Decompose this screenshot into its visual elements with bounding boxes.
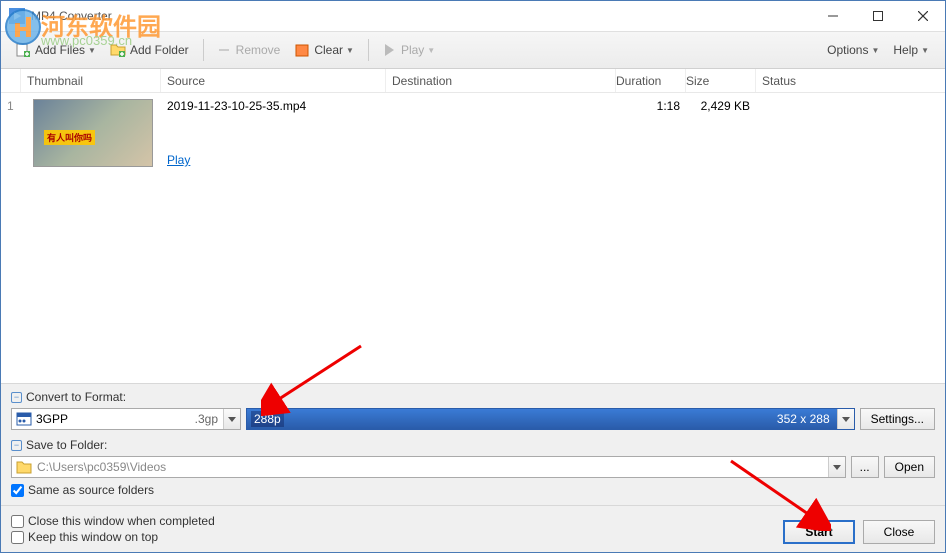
browse-button[interactable]: ...	[851, 456, 879, 478]
dropdown-arrow-icon: ▼	[921, 46, 929, 55]
collapse-icon[interactable]: −	[11, 440, 22, 451]
col-thumbnail[interactable]: Thumbnail	[21, 69, 161, 92]
maximize-icon	[873, 11, 883, 21]
remove-label: Remove	[236, 43, 281, 57]
help-button[interactable]: Help ▼	[887, 39, 935, 61]
save-folder-input[interactable]: C:\Users\pc0359\Videos	[11, 456, 846, 478]
toolbar: Add Files ▼ Add Folder Remove Clear ▼ Pl…	[1, 31, 945, 69]
collapse-icon[interactable]: −	[11, 392, 22, 403]
thumbnail-image: 有人叫你吗	[33, 99, 153, 167]
chevron-down-icon	[837, 409, 854, 429]
table-header: Thumbnail Source Destination Duration Si…	[1, 69, 945, 93]
toolbar-separator	[203, 39, 204, 61]
chevron-down-icon	[223, 409, 240, 429]
clear-icon	[294, 42, 310, 58]
close-icon	[918, 11, 928, 21]
minimize-button[interactable]	[810, 1, 855, 31]
options-label: Options	[827, 43, 868, 57]
source-filename: 2019-11-23-10-25-35.mp4	[167, 99, 386, 113]
close-button[interactable]: Close	[863, 520, 935, 544]
app-icon	[9, 8, 25, 24]
keep-on-top-checkbox[interactable]: Keep this window on top	[11, 530, 783, 544]
clear-label: Clear	[314, 43, 343, 57]
row-duration: 1:18	[616, 99, 686, 167]
dropdown-arrow-icon: ▼	[427, 46, 435, 55]
add-files-button[interactable]: Add Files ▼	[9, 38, 102, 62]
row-index: 1	[1, 99, 21, 167]
chevron-down-icon	[828, 457, 845, 477]
play-icon	[381, 42, 397, 58]
col-size[interactable]: Size	[686, 69, 756, 92]
close-window-button[interactable]	[900, 1, 945, 31]
dropdown-arrow-icon: ▼	[88, 46, 96, 55]
add-files-label: Add Files	[35, 43, 85, 57]
row-size: 2,429 KB	[686, 99, 756, 167]
format-extension: .3gp	[195, 412, 218, 426]
add-folder-button[interactable]: Add Folder	[104, 38, 195, 62]
col-status[interactable]: Status	[756, 74, 945, 88]
add-files-icon	[15, 42, 31, 58]
col-source[interactable]: Source	[161, 69, 386, 92]
help-label: Help	[893, 43, 918, 57]
window-title: MP4 Converter	[31, 9, 112, 23]
convert-section: − Convert to Format: 3GPP .3gp 288p 352 …	[1, 383, 945, 505]
format-select[interactable]: 3GPP .3gp	[11, 408, 241, 430]
save-folder-path: C:\Users\pc0359\Videos	[37, 460, 166, 474]
remove-icon	[216, 42, 232, 58]
resolution-dimensions: 352 x 288	[777, 412, 830, 426]
resolution-select[interactable]: 288p 352 x 288	[246, 408, 855, 430]
same-as-source-checkbox[interactable]: Same as source folders	[11, 483, 935, 497]
settings-button[interactable]: Settings...	[860, 408, 935, 430]
dropdown-arrow-icon: ▼	[346, 46, 354, 55]
maximize-button[interactable]	[855, 1, 900, 31]
close-when-completed-checkbox[interactable]: Close this window when completed	[11, 514, 783, 528]
play-label: Play	[401, 43, 424, 57]
col-destination[interactable]: Destination	[386, 69, 616, 92]
clear-button[interactable]: Clear ▼	[288, 38, 360, 62]
format-name: 3GPP	[36, 412, 68, 426]
format-icon	[16, 411, 32, 427]
play-link[interactable]: Play	[167, 153, 190, 167]
remove-button[interactable]: Remove	[210, 38, 287, 62]
dropdown-arrow-icon: ▼	[871, 46, 879, 55]
col-index[interactable]	[1, 69, 21, 92]
add-folder-icon	[110, 42, 126, 58]
resolution-value: 288p	[251, 411, 284, 427]
col-duration[interactable]: Duration	[616, 69, 686, 92]
add-folder-label: Add Folder	[130, 43, 189, 57]
toolbar-separator	[368, 39, 369, 61]
open-folder-button[interactable]: Open	[884, 456, 935, 478]
table-row[interactable]: 1 有人叫你吗 2019-11-23-10-25-35.mp4 Play 1:1…	[1, 93, 945, 173]
folder-icon	[16, 460, 32, 474]
save-folder-label: − Save to Folder:	[11, 438, 935, 452]
minimize-icon	[828, 11, 838, 21]
play-button[interactable]: Play ▼	[375, 38, 441, 62]
thumbnail-overlay-text: 有人叫你吗	[44, 130, 95, 145]
titlebar: MP4 Converter	[1, 1, 945, 31]
footer: Close this window when completed Keep th…	[1, 505, 945, 552]
options-button[interactable]: Options ▼	[821, 39, 885, 61]
convert-format-label: − Convert to Format:	[11, 390, 935, 404]
start-button[interactable]: Start	[783, 520, 855, 544]
